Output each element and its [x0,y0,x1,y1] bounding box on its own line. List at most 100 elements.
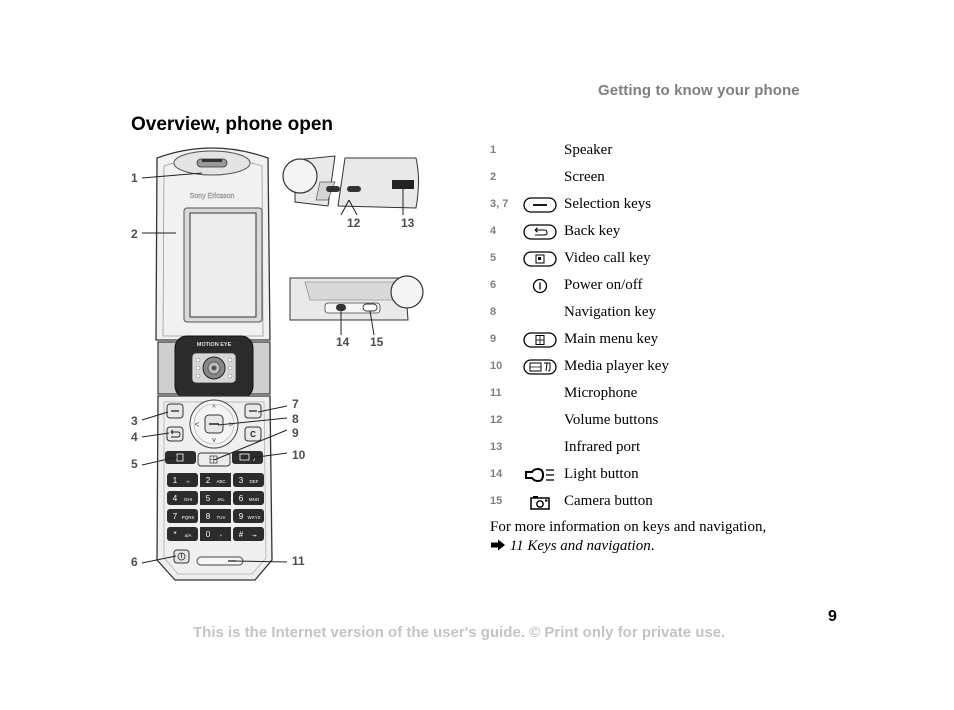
keypad-letters: + [220,533,223,538]
side-view-right [289,275,424,336]
callout-14: 14 [336,335,350,349]
nav-left-icon: < [195,420,200,429]
key-label: Screen [564,169,605,185]
keypad-key[interactable]: 4 GHI [167,491,198,505]
keypad-key[interactable]: 5 JKL [200,491,231,505]
key-number: 1 [490,144,497,156]
left-selection-key[interactable] [166,403,184,419]
key-list-item: 5 Video call key [490,250,850,270]
camera-brand-label: MOTION EYE [197,342,232,348]
keypad-key[interactable]: # -↠ [233,527,264,541]
keypad-digit: 8 [206,512,211,521]
key-list-item: 12 Volume buttons [490,412,850,432]
keypad-key[interactable]: 8 TUV [200,509,231,523]
key-list-item: 4 Back key [490,223,850,243]
keypad-key[interactable]: 9 WXYZ [233,509,264,523]
phone-diagram: Sony Ericsson MOTION EYE ^ v < > C ♪ 1 ∞… [141,147,424,581]
brand-logo: Sony Ericsson [190,193,235,200]
more-info-text: For more information on keys and navigat… [490,519,767,535]
svg-text:C: C [250,430,256,439]
keypad-key[interactable]: 1 ∞ [167,473,198,487]
phone-upper-flip: Sony Ericsson [155,147,271,341]
callout-1: 1 [131,171,138,185]
keypad-letters: WXYZ [248,515,261,520]
keypad-key[interactable]: 2 ABC [200,473,231,487]
keypad-letters: MNO [249,497,260,502]
volume-up-button[interactable] [326,186,340,192]
video-call-key[interactable] [165,451,196,464]
right-selection-key[interactable] [244,403,262,419]
keypad-letters: TUV [217,515,226,520]
clear-key[interactable]: C [244,426,262,442]
media-player-key[interactable]: ♪ [232,451,263,464]
keypad-letters: JKL [217,497,225,502]
back-key[interactable] [166,426,184,442]
key-label: Power on/off [564,277,643,293]
callout-15: 15 [370,335,384,349]
keypad-letters: DEF [250,479,259,484]
key-label: Back key [564,223,621,239]
keypad-key[interactable]: 3 DEF [233,473,264,487]
camera-button-icon [530,496,550,510]
key-number: 12 [490,414,503,426]
back-key-icon [523,224,557,240]
keypad-digit: 2 [206,476,211,485]
infrared-port [392,180,414,189]
key-list-item: 15 Camera button [490,493,850,513]
key-label: Camera button [564,493,653,509]
nav-right-icon: > [229,420,234,429]
key-label: Microphone [564,385,638,401]
key-label: Selection keys [564,196,652,212]
keypad-key[interactable]: * a/A [167,527,198,541]
callout-3: 3 [131,414,138,428]
keypad-letters: GHI [184,497,192,502]
keypad-key[interactable]: 7 PQRS [167,509,198,523]
keypad-digit: 5 [206,494,211,503]
callout-10: 10 [292,448,306,462]
callout-9: 9 [292,426,299,440]
key-number: 8 [490,306,497,318]
keypad-digit: 7 [173,512,178,521]
callout-8: 8 [292,412,299,426]
callout-13: 13 [401,216,415,230]
keypad-digit: 9 [239,512,244,521]
key-number: 6 [490,279,497,291]
callout-4: 4 [131,430,138,444]
key-number: 10 [490,360,503,372]
more-info-reference-link[interactable]: 11 Keys and navigation [510,538,651,554]
more-info-suffix: . [650,538,655,554]
key-list-item: 9 Main menu key [490,331,850,351]
light-button[interactable] [336,304,346,311]
key-label: Video call key [564,250,651,266]
light-button-icon [525,467,554,483]
callout-2: 2 [131,227,138,241]
keypad-key[interactable]: 6 MNO [233,491,264,505]
key-number: 9 [490,333,497,345]
key-list-item: 1 Speaker [490,142,850,162]
video-call-key-icon [523,251,557,267]
key-list-item: 11 Microphone [490,385,850,405]
key-label: Navigation key [564,304,657,320]
callout-7: 7 [292,397,299,411]
keypad-key[interactable]: 0 + [200,527,231,541]
main-menu-key-icon [523,332,557,348]
page-number: 9 [828,608,837,625]
power-key[interactable] [173,549,190,564]
keypad-digit: 4 [173,494,178,503]
key-list-item: 14 Light button [490,466,850,486]
media-player-key-icon [523,359,557,375]
volume-down-button[interactable] [347,186,361,192]
camera-button[interactable] [362,303,378,312]
selection-key-icon [523,197,557,213]
key-label: Speaker [564,142,613,158]
arrow-right-icon [491,539,505,551]
page-title: Overview, phone open [131,114,334,135]
callout-5: 5 [131,457,138,471]
keypad-digit: 3 [239,476,244,485]
keypad-digit: 1 [173,476,178,485]
keypad-digit: * [173,530,176,539]
key-number: 11 [490,387,502,399]
key-number: 2 [490,171,497,183]
side-view-left [282,155,419,216]
speaker [173,150,251,176]
